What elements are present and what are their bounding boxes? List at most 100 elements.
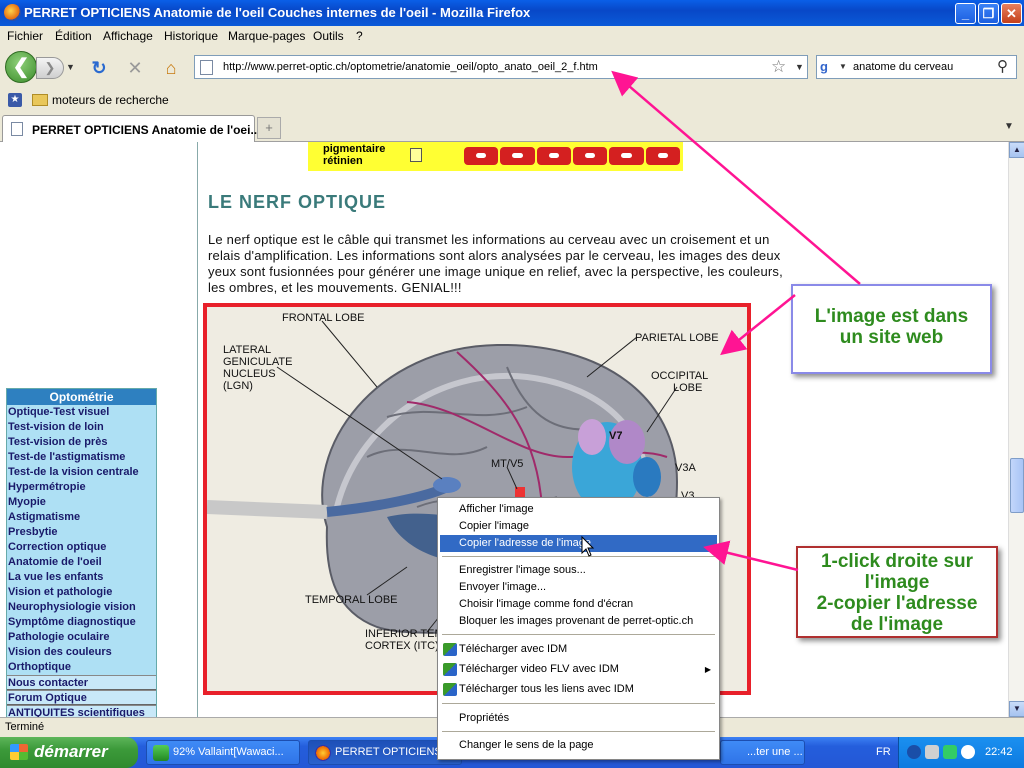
reload-icon[interactable]: ↻ bbox=[88, 57, 110, 79]
menu-item-proprietes[interactable]: Propriétés bbox=[440, 710, 717, 727]
network-icon[interactable] bbox=[925, 745, 939, 759]
menu-item-copier-image[interactable]: Copier l'image bbox=[440, 518, 717, 535]
tab-label: PERRET OPTICIENS Anatomie de l'oei... bbox=[32, 123, 261, 137]
home-icon[interactable]: ⌂ bbox=[160, 57, 182, 79]
forward-button[interactable]: ❯ bbox=[36, 57, 64, 79]
menu-marque-pages[interactable]: Marque-pages bbox=[228, 29, 305, 43]
tray-app-icon[interactable] bbox=[943, 745, 957, 759]
taskbar-item-other[interactable]: ...ter une ... bbox=[720, 740, 805, 765]
menu-item-telecharger-flv[interactable]: Télécharger video FLV avec IDM ▶ bbox=[440, 661, 717, 678]
firefox-logo-icon bbox=[4, 4, 21, 21]
url-text[interactable]: http://www.perret-optic.ch/optometrie/an… bbox=[223, 61, 598, 73]
window-title-bar: PERRET OPTICIENS Anatomie de l'oeil Couc… bbox=[0, 0, 1024, 26]
media-player-icon bbox=[153, 745, 169, 761]
maximize-button[interactable]: ❐ bbox=[978, 3, 999, 24]
sidebar-item-contact[interactable]: Nous contacter bbox=[7, 675, 156, 690]
page-icon bbox=[200, 60, 213, 75]
sidebar-item[interactable]: Vision des couleurs bbox=[7, 645, 156, 660]
search-input[interactable]: anatome du cerveau bbox=[853, 61, 953, 73]
menu-item-bloquer-images[interactable]: Bloquer les images provenant de perret-o… bbox=[440, 613, 717, 630]
sidebar-item[interactable]: Optique-Test visuel bbox=[7, 405, 156, 420]
sidebar-item[interactable]: Hypermétropie bbox=[7, 480, 156, 495]
idm-icon bbox=[443, 683, 457, 696]
submenu-arrow-icon: ▶ bbox=[704, 665, 711, 674]
google-icon[interactable]: g bbox=[820, 59, 836, 75]
label-lgn-2: GENICULATE bbox=[223, 356, 292, 368]
pigment-checkbox bbox=[410, 148, 422, 162]
firefox-taskbar-icon bbox=[315, 745, 331, 761]
panda-icon[interactable] bbox=[961, 745, 975, 759]
sidebar-item[interactable]: Neurophysiologie vision bbox=[7, 600, 156, 615]
search-box[interactable]: g ▼ anatome du cerveau ⚲ bbox=[816, 55, 1017, 79]
scroll-down-arrow-icon[interactable]: ▼ bbox=[1009, 701, 1024, 717]
menu-item-telecharger-liens[interactable]: Télécharger tous les liens avec IDM bbox=[440, 681, 717, 698]
bookmarks-toolbar: ★ moteurs de recherche bbox=[0, 88, 1024, 112]
scroll-thumb[interactable] bbox=[1010, 458, 1024, 513]
sidebar-item[interactable]: Test-vision de loin bbox=[7, 420, 156, 435]
tab-perret-opticiens[interactable]: PERRET OPTICIENS Anatomie de l'oei... bbox=[2, 115, 260, 142]
vertical-scrollbar[interactable]: ▲ ▼ bbox=[1008, 142, 1024, 717]
menu-separator bbox=[442, 634, 715, 635]
start-button[interactable]: démarrer bbox=[0, 737, 138, 768]
back-button[interactable]: ❮ bbox=[5, 51, 37, 83]
sidebar-item[interactable]: Anatomie de l'oeil bbox=[7, 555, 156, 570]
sidebar-item[interactable]: Test-vision de près bbox=[7, 435, 156, 450]
sidebar-item[interactable]: Orthoptique bbox=[7, 660, 156, 675]
label-occipital-1: OCCIPITAL bbox=[651, 370, 708, 382]
label-mt-v5: MT/V5 bbox=[491, 458, 523, 470]
section-paragraph: Le nerf optique est le câble qui transme… bbox=[208, 232, 783, 295]
clock: 22:42 bbox=[985, 746, 1013, 758]
menu-separator bbox=[442, 703, 715, 704]
tray-back-icon[interactable] bbox=[907, 745, 921, 759]
close-button[interactable]: ✕ bbox=[1001, 3, 1022, 24]
sidebar-item[interactable]: Correction optique bbox=[7, 540, 156, 555]
url-dropdown-icon[interactable]: ▼ bbox=[795, 62, 804, 72]
sidebar-item[interactable]: Vision et pathologie bbox=[7, 585, 156, 600]
scroll-up-arrow-icon[interactable]: ▲ bbox=[1009, 142, 1024, 158]
sidebar-item[interactable]: La vue les enfants bbox=[7, 570, 156, 585]
menu-item-copier-adresse-image[interactable]: Copier l'adresse de l'image bbox=[440, 535, 717, 552]
sidebar-item-forum[interactable]: Forum Optique bbox=[7, 690, 156, 705]
menu-affichage[interactable]: Affichage bbox=[103, 29, 153, 43]
idm-icon bbox=[443, 663, 457, 676]
sidebar-item[interactable]: Test-de la vision centrale bbox=[7, 465, 156, 480]
history-dropdown-icon[interactable]: ▼ bbox=[66, 62, 75, 72]
sidebar-item[interactable]: Astigmatisme bbox=[7, 510, 156, 525]
menu-historique[interactable]: Historique bbox=[164, 29, 218, 43]
idm-icon bbox=[443, 643, 457, 656]
sidebar-item[interactable]: Pathologie oculaire bbox=[7, 630, 156, 645]
url-bar[interactable]: http://www.perret-optic.ch/optometrie/an… bbox=[194, 55, 808, 79]
system-tray: FR 22:42 bbox=[876, 737, 1024, 768]
minimize-button[interactable]: _ bbox=[955, 3, 976, 24]
menu-item-changer-sens[interactable]: Changer le sens de la page bbox=[440, 737, 717, 754]
menu-item-telecharger-idm[interactable]: Télécharger avec IDM bbox=[440, 641, 717, 658]
folder-icon bbox=[32, 94, 48, 106]
search-engine-dropdown-icon[interactable]: ▼ bbox=[839, 62, 847, 71]
new-tab-button[interactable]: + bbox=[257, 117, 281, 139]
sidebar-item[interactable]: Test-de l'astigmatisme bbox=[7, 450, 156, 465]
tab-list-icon[interactable]: ▼ bbox=[1004, 121, 1014, 132]
section-title: LE NERF OPTIQUE bbox=[208, 192, 387, 212]
sidebar-item[interactable]: Symptôme diagnostique bbox=[7, 615, 156, 630]
bookmark-folder-label[interactable]: moteurs de recherche bbox=[52, 93, 169, 107]
taskbar-item-media[interactable]: 92% Vallaint[Wawaci... bbox=[146, 740, 300, 765]
menu-item-fond-ecran[interactable]: Choisir l'image comme fond d'écran bbox=[440, 596, 717, 613]
menu-item-afficher-image[interactable]: Afficher l'image bbox=[440, 501, 717, 518]
menu-item-envoyer-image[interactable]: Envoyer l'image... bbox=[440, 579, 717, 596]
menu-item-enregistrer-image[interactable]: Enregistrer l'image sous... bbox=[440, 562, 717, 579]
menu-separator bbox=[442, 731, 715, 732]
search-magnifier-icon[interactable]: ⚲ bbox=[997, 57, 1008, 75]
language-indicator[interactable]: FR bbox=[876, 746, 891, 758]
sidebar-item-antiquites[interactable]: ANTIQUITES scientifiques bbox=[7, 705, 156, 717]
bookmark-star-icon[interactable]: ☆ bbox=[771, 57, 786, 77]
menu-help[interactable]: ? bbox=[356, 29, 363, 43]
menu-fichier[interactable]: Fichier bbox=[7, 29, 43, 43]
sidebar-item[interactable]: Myopie bbox=[7, 495, 156, 510]
stop-icon[interactable]: ✕ bbox=[124, 57, 146, 79]
menu-edition[interactable]: Édition bbox=[55, 29, 92, 43]
menu-bar: Fichier Édition Affichage Historique Mar… bbox=[0, 26, 1024, 46]
sidebar-item[interactable]: Presbytie bbox=[7, 525, 156, 540]
bookmarks-icon[interactable]: ★ bbox=[8, 93, 22, 107]
label-frontal-lobe: FRONTAL LOBE bbox=[282, 312, 365, 324]
menu-outils[interactable]: Outils bbox=[313, 29, 344, 43]
